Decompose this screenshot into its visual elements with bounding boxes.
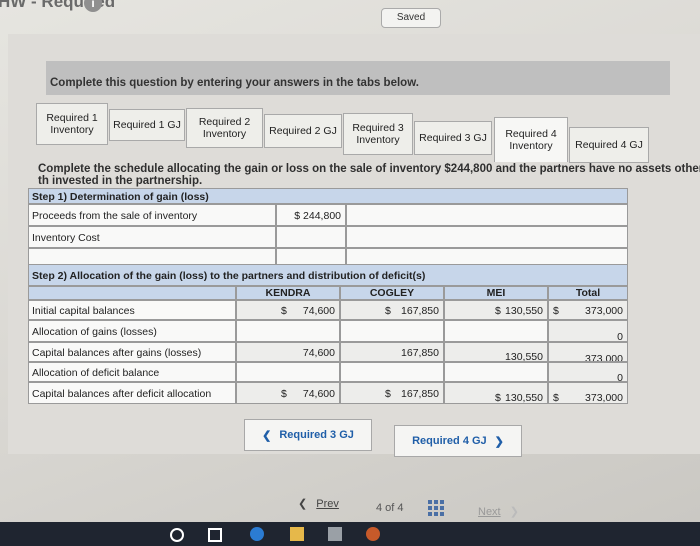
tab-required-4-inventory[interactable]: Required 4 Inventory (494, 117, 568, 162)
row-label-deficit-allocation: Allocation of deficit balance (28, 362, 236, 382)
currency-symbol: $ (281, 388, 287, 400)
cell-kendra-initial: $ 74,600 (236, 300, 340, 320)
saved-status-badge: Saved (381, 8, 441, 28)
grid-view-icon-svg (428, 500, 444, 516)
row-label-after-gains: Capital balances after gains (losses) (28, 342, 236, 362)
cell-total-allocation: 0 (548, 320, 628, 342)
inventory-cost-label: Inventory Cost (28, 226, 276, 248)
cell-total-deficit: 0 (548, 362, 628, 382)
pager-next-link[interactable]: Next ❯ (478, 505, 519, 518)
proceeds-input[interactable]: $ 244,800 (276, 204, 346, 226)
row-label-allocation-gains: Allocation of gains (losses) (28, 320, 236, 342)
input-mei-allocation[interactable] (444, 320, 548, 342)
pager-position: 4 of 4 (376, 502, 404, 514)
input-cogley-allocation[interactable] (340, 320, 444, 342)
value: 167,850 (401, 388, 439, 400)
app-icon[interactable] (366, 527, 380, 541)
pager-prev-link[interactable]: ❮ Prev (298, 497, 339, 510)
currency-symbol: $ (495, 305, 501, 317)
prev-tab-label: Required 3 GJ (279, 429, 354, 441)
step1-spacer (346, 204, 628, 226)
instruction-banner: Complete this question by entering your … (46, 61, 670, 95)
chevron-left-icon: ❮ (298, 498, 308, 510)
column-header-kendra: KENDRA (236, 286, 340, 300)
input-cogley-deficit[interactable] (340, 362, 444, 382)
cell-mei-after-gains: 130,550 (444, 342, 548, 362)
tab-required-2-gj[interactable]: Required 2 GJ (264, 114, 342, 148)
cell-cogley-after-deficit: $ 167,850 (340, 382, 444, 404)
input-kendra-deficit[interactable] (236, 362, 340, 382)
cell-total-initial: $ 373,000 (548, 300, 628, 320)
cell-kendra-after-deficit: $ 74,600 (236, 382, 340, 404)
input-mei-deficit[interactable] (444, 362, 548, 382)
tab-required-3-inventory[interactable]: Required 3 Inventory (343, 113, 413, 155)
search-icon[interactable] (170, 528, 184, 542)
cell-kendra-after-gains: 74,600 (236, 342, 340, 362)
tab-required-1-inventory[interactable]: Required 1 Inventory (36, 103, 108, 145)
tab-required-4-gj[interactable]: Required 4 GJ (569, 127, 649, 163)
step2-header: Step 2) Allocation of the gain (loss) to… (28, 264, 628, 286)
cell-total-after-gains: 373,000 (548, 342, 628, 362)
grid-view-icon[interactable] (428, 500, 444, 516)
inventory-cost-input[interactable] (276, 226, 346, 248)
store-icon[interactable] (328, 527, 342, 541)
step1-spacer-2 (346, 226, 628, 248)
currency-symbol: $ (385, 388, 391, 400)
taskbar (0, 522, 700, 546)
pager-prev-label: Prev (316, 498, 339, 510)
proceeds-label: Proceeds from the sale of inventory (28, 204, 276, 226)
currency-symbol: $ (553, 392, 559, 404)
column-header-total: Total (548, 286, 628, 300)
cell-mei-initial: $ 130,550 (444, 300, 548, 320)
cell-mei-after-deficit: $ 130,550 (444, 382, 548, 404)
chevron-left-icon: ❮ (262, 429, 272, 442)
cell-cogley-initial: $ 167,850 (340, 300, 444, 320)
currency-symbol: $ (495, 392, 501, 404)
tab-required-3-gj[interactable]: Required 3 GJ (414, 121, 492, 155)
value: 373,000 (585, 305, 623, 317)
next-tab-button[interactable]: Required 4 GJ ❯ (394, 425, 522, 457)
value: 74,600 (302, 305, 335, 317)
tab-required-1-gj[interactable]: Required 1 GJ (109, 109, 185, 141)
schedule-instructions: Complete the schedule allocating the gai… (38, 163, 700, 187)
input-kendra-allocation[interactable] (236, 320, 340, 342)
pager-next-label: Next (478, 506, 501, 518)
edge-browser-icon[interactable] (250, 527, 264, 541)
row-label-initial-capital: Initial capital balances (28, 300, 236, 320)
task-view-icon[interactable] (208, 528, 222, 542)
row-label-after-deficit: Capital balances after deficit allocatio… (28, 382, 236, 404)
tab-required-2-inventory[interactable]: Required 2 Inventory (186, 108, 263, 148)
next-tab-label: Required 4 GJ (412, 435, 487, 447)
chevron-right-icon: ❯ (494, 435, 504, 448)
value: 74,600 (302, 388, 335, 400)
column-header-cogley: COGLEY (340, 286, 444, 300)
value: 130,550 (505, 392, 543, 404)
currency-symbol: $ (385, 305, 391, 317)
value: 373,000 (585, 392, 623, 404)
value: 167,850 (401, 305, 439, 317)
column-header-mei: MEI (444, 286, 548, 300)
value: 130,550 (505, 305, 543, 317)
column-header-blank (28, 286, 236, 300)
currency-symbol: $ (553, 305, 559, 317)
step1-header: Step 1) Determination of gain (loss) (28, 188, 628, 204)
cell-cogley-after-gains: 167,850 (340, 342, 444, 362)
file-explorer-icon[interactable] (290, 527, 304, 541)
prev-tab-button[interactable]: ❮ Required 3 GJ (244, 419, 372, 451)
chevron-right-icon: ❯ (509, 506, 519, 518)
cell-total-after-deficit: $ 373,000 (548, 382, 628, 404)
currency-symbol: $ (281, 305, 287, 317)
